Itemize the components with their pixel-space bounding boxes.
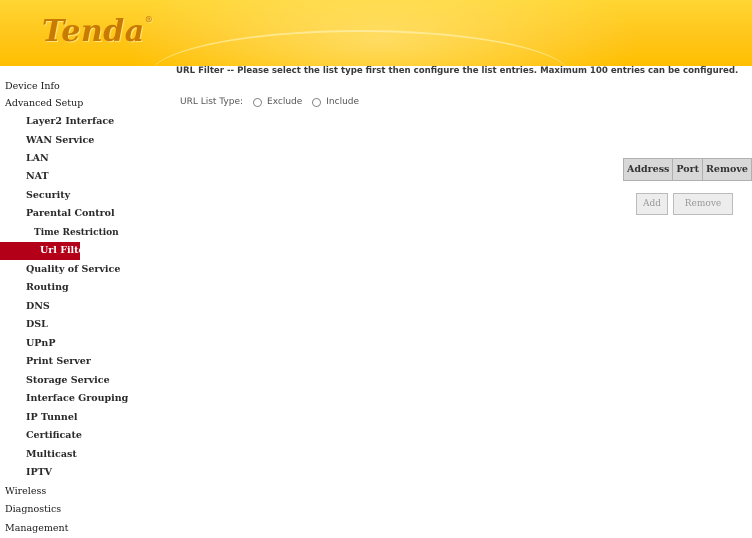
header-banner: Tenda®: [0, 0, 752, 66]
sidebar-item-lan[interactable]: LAN: [26, 150, 49, 168]
sidebar-item-management[interactable]: Management: [5, 520, 68, 538]
include-radio[interactable]: [312, 97, 322, 107]
sidebar-item-ip-tunnel[interactable]: IP Tunnel: [26, 409, 77, 427]
column-header-remove: Remove: [702, 158, 752, 181]
tenda-logo: Tenda®: [42, 14, 154, 49]
sidebar-item-layer2-interface[interactable]: Layer2 Interface: [26, 113, 114, 131]
sidebar-item-quality-of-service[interactable]: Quality of Service: [26, 261, 120, 279]
sidebar-item-time-restriction[interactable]: Time Restriction: [34, 224, 119, 242]
sidebar-nav: Device Info Advanced Setup Layer2 Interf…: [0, 66, 146, 538]
column-header-address: Address: [622, 158, 674, 181]
exclude-radio[interactable]: [253, 97, 263, 107]
sidebar-item-advanced-setup[interactable]: Advanced Setup: [5, 95, 83, 113]
sidebar-item-device-info[interactable]: Device Info: [5, 78, 60, 96]
sidebar-item-iptv[interactable]: IPTV: [26, 464, 52, 482]
sidebar-item-wan-service[interactable]: WAN Service: [26, 132, 94, 150]
sidebar-item-nat[interactable]: NAT: [26, 168, 49, 186]
exclude-label[interactable]: Exclude: [267, 97, 302, 107]
sidebar-item-security[interactable]: Security: [26, 187, 70, 205]
sidebar-item-multicast[interactable]: Multicast: [26, 446, 77, 464]
add-button[interactable]: Add: [636, 193, 668, 215]
url-list-type-row: URL List Type: Exclude Include: [180, 97, 359, 107]
column-header-port: Port: [672, 158, 704, 181]
sidebar-item-interface-grouping[interactable]: Interface Grouping: [26, 390, 128, 408]
url-entries-table: Address Port Remove: [622, 158, 752, 181]
sidebar-item-dsl[interactable]: DSL: [26, 316, 48, 334]
sidebar-item-dns[interactable]: DNS: [26, 298, 50, 316]
url-list-type-label: URL List Type:: [180, 97, 244, 107]
page-description: URL Filter -- Please select the list typ…: [176, 66, 739, 76]
sidebar-item-wireless[interactable]: Wireless: [5, 483, 46, 501]
include-label[interactable]: Include: [326, 97, 359, 107]
sidebar-item-storage-service[interactable]: Storage Service: [26, 372, 110, 390]
sidebar-item-parental-control[interactable]: Parental Control: [26, 205, 115, 223]
remove-button[interactable]: Remove: [673, 193, 733, 215]
sidebar-item-print-server[interactable]: Print Server: [26, 353, 91, 371]
sidebar-item-upnp[interactable]: UPnP: [26, 335, 55, 353]
sidebar-item-diagnostics[interactable]: Diagnostics: [5, 501, 61, 519]
table-header-row: Address Port Remove: [622, 158, 752, 181]
sidebar-item-url-filter[interactable]: Url Filter: [0, 242, 90, 260]
sidebar-item-routing[interactable]: Routing: [26, 279, 69, 297]
sidebar-item-certificate[interactable]: Certificate: [26, 427, 82, 445]
